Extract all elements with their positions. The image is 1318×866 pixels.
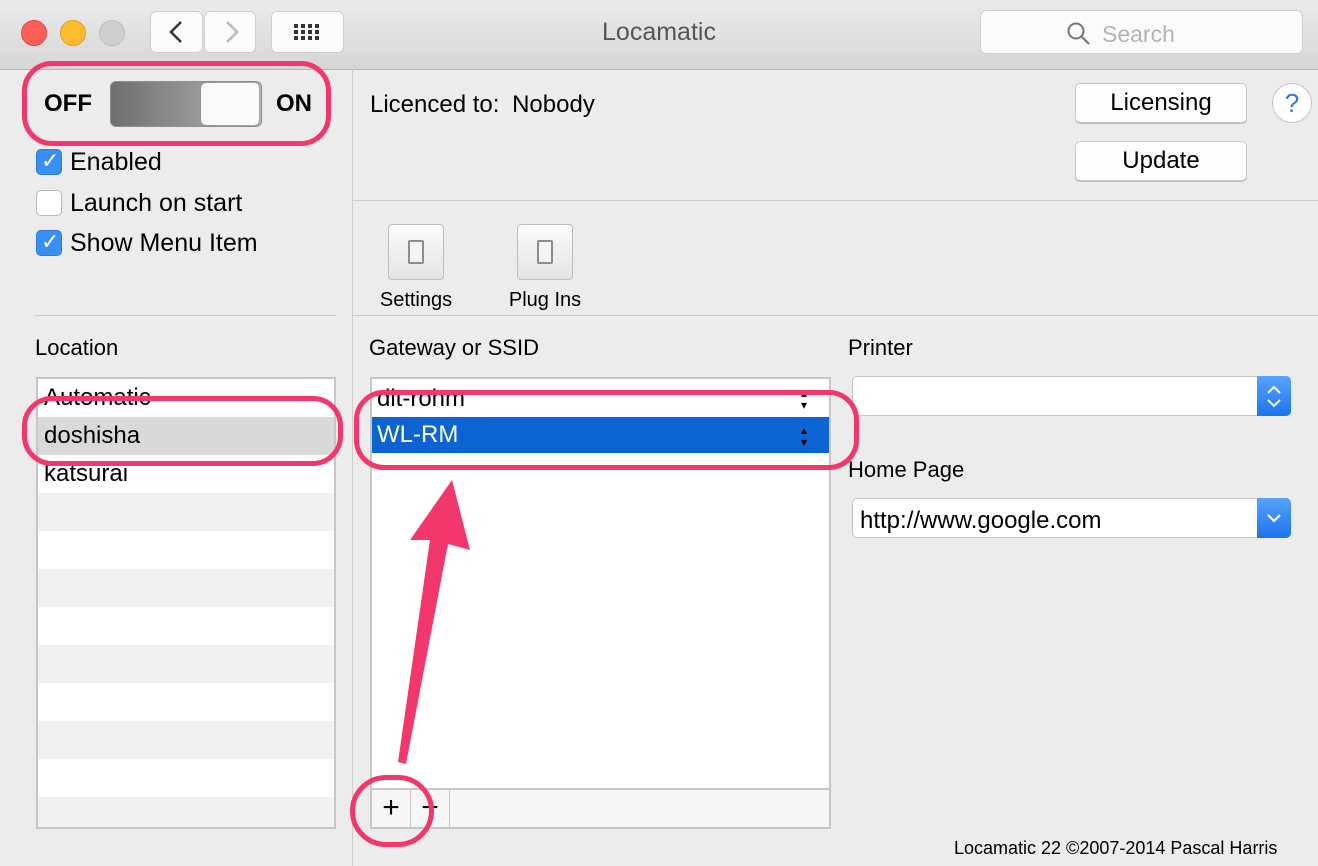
search-field[interactable]: Search bbox=[980, 10, 1303, 54]
show-menu-item-label: Show Menu Item bbox=[70, 229, 258, 257]
sidebar-separator bbox=[35, 315, 336, 316]
homepage-value: http://www.google.com bbox=[860, 507, 1102, 534]
switch-icon bbox=[408, 240, 424, 264]
switch-icon bbox=[537, 240, 553, 264]
checkmark-icon: ✓ bbox=[41, 148, 60, 173]
empty-row bbox=[38, 797, 334, 827]
annotation-ring-location bbox=[22, 396, 343, 466]
annotation-ring-add bbox=[350, 775, 434, 847]
licensing-button[interactable]: Licensing bbox=[1075, 83, 1247, 123]
footer-copyright: Locamatic 22 ©2007-2014 Pascal Harris bbox=[954, 838, 1278, 858]
empty-row bbox=[38, 493, 334, 531]
enabled-checkbox[interactable]: ✓ bbox=[36, 148, 62, 175]
settings-tab-label[interactable]: Settings bbox=[366, 289, 466, 312]
title-bar: Locamatic Search bbox=[0, 0, 1318, 70]
licence-value: Nobody bbox=[512, 91, 595, 118]
homepage-combobox[interactable]: http://www.google.com bbox=[852, 498, 1291, 538]
ssid-add-remove-bar: + − bbox=[370, 788, 831, 829]
licence-info: Licenced to: Nobody bbox=[370, 91, 595, 119]
toolbar-separator bbox=[353, 315, 1318, 316]
location-header: Location bbox=[35, 335, 119, 360]
enabled-label: Enabled bbox=[70, 148, 162, 176]
settings-tab-button[interactable] bbox=[388, 224, 444, 280]
empty-row bbox=[38, 645, 334, 683]
plugins-tab-button[interactable] bbox=[517, 224, 573, 280]
show-menu-item-checkbox[interactable]: ✓ bbox=[36, 229, 62, 256]
annotation-ring-toggle bbox=[22, 61, 331, 146]
plugins-tab-label[interactable]: Plug Ins bbox=[495, 289, 595, 312]
ssid-header: Gateway or SSID bbox=[369, 335, 539, 360]
sidebar-divider bbox=[352, 69, 353, 866]
header-separator bbox=[353, 200, 1318, 201]
update-button[interactable]: Update bbox=[1075, 141, 1247, 181]
launch-on-start-checkbox[interactable] bbox=[36, 190, 62, 216]
chevron-down-icon[interactable] bbox=[1257, 498, 1291, 538]
checkmark-icon: ✓ bbox=[41, 229, 60, 254]
empty-row bbox=[38, 569, 334, 607]
search-placeholder: Search bbox=[1102, 21, 1175, 47]
empty-row bbox=[38, 721, 334, 759]
updown-chevron-icon bbox=[1257, 376, 1291, 416]
help-button[interactable]: ? bbox=[1272, 83, 1312, 123]
annotation-ring-ssid bbox=[354, 390, 859, 470]
search-icon bbox=[1067, 22, 1090, 45]
printer-label: Printer bbox=[848, 335, 913, 360]
launch-on-start-label: Launch on start bbox=[70, 189, 243, 217]
printer-select[interactable] bbox=[852, 376, 1291, 416]
homepage-label: Home Page bbox=[848, 457, 965, 482]
licence-label: Licenced to: bbox=[370, 91, 500, 118]
annotation-arrow-icon bbox=[398, 480, 470, 764]
